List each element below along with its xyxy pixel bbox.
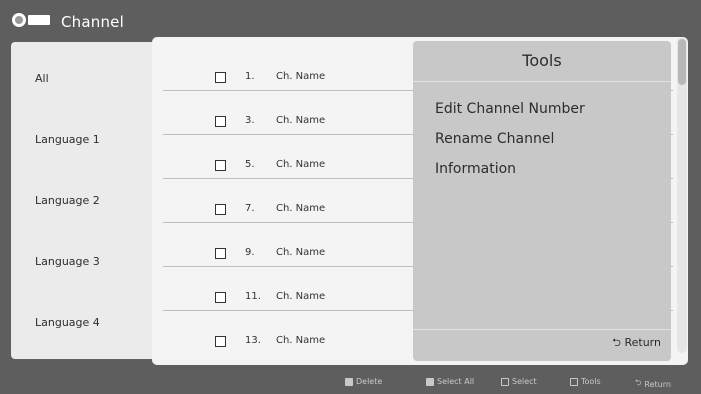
green-key-icon (426, 377, 434, 386)
footer-return-label: Return (644, 379, 671, 389)
channel-number: 11. (245, 291, 261, 302)
sidebar-item-language-4[interactable]: Language 4 (35, 316, 100, 329)
channel-number: 13. (245, 335, 261, 346)
page-title: Channel (61, 13, 124, 31)
return-icon: ⮌ (612, 336, 621, 349)
channel-name: Ch. Name (276, 247, 326, 258)
row-checkbox[interactable] (215, 116, 226, 127)
return-label: Return (624, 336, 661, 349)
footer-select[interactable]: Select (501, 377, 537, 386)
channel-name: Ch. Name (276, 291, 326, 302)
tools-popup: Tools Edit Channel Number Rename Channel… (413, 41, 671, 361)
row-checkbox[interactable] (215, 72, 226, 83)
channel-number: 7. (245, 203, 255, 214)
scrollbar-thumb[interactable] (678, 39, 686, 85)
header-bar: Channel (0, 0, 701, 36)
tools-divider (413, 329, 671, 330)
row-checkbox[interactable] (215, 160, 226, 171)
channel-number: 1. (245, 71, 255, 82)
tools-title: Tools (522, 51, 562, 70)
menu-item-information[interactable]: Information (435, 161, 516, 177)
channel-number: 3. (245, 115, 255, 126)
sidebar-item-language-1[interactable]: Language 1 (35, 133, 100, 146)
channel-number: 9. (245, 247, 255, 258)
row-checkbox[interactable] (215, 292, 226, 303)
row-checkbox[interactable] (215, 336, 226, 347)
footer-delete-label: Delete (356, 377, 383, 386)
sidebar-item-language-2[interactable]: Language 2 (35, 194, 100, 207)
channel-number: 5. (245, 159, 255, 170)
channel-name: Ch. Name (276, 71, 326, 82)
tools-divider (413, 81, 671, 82)
sidebar-item-all[interactable]: All (35, 72, 49, 85)
footer-tools[interactable]: Tools (570, 377, 601, 386)
menu-item-edit-channel-number[interactable]: Edit Channel Number (435, 101, 585, 117)
channel-name: Ch. Name (276, 203, 326, 214)
menu-item-rename-channel[interactable]: Rename Channel (435, 131, 554, 147)
footer-select-all[interactable]: Select All (426, 377, 474, 386)
enter-key-icon (501, 377, 509, 386)
channel-name: Ch. Name (276, 159, 326, 170)
footer-tools-label: Tools (581, 377, 601, 386)
category-sidebar: All Language 1 Language 2 Language 3 Lan… (11, 42, 157, 359)
return-button[interactable]: ⮌ Return (612, 334, 661, 353)
row-checkbox[interactable] (215, 248, 226, 259)
footer-select-label: Select (512, 377, 537, 386)
footer-return[interactable]: ⮌ Return (635, 377, 671, 391)
tv-icon (12, 13, 50, 27)
row-checkbox[interactable] (215, 204, 226, 215)
channel-name: Ch. Name (276, 335, 326, 346)
list-scrollbar[interactable] (677, 37, 687, 353)
tools-key-icon (570, 377, 578, 386)
footer-delete[interactable]: Delete (345, 377, 382, 386)
return-icon: ⮌ (635, 378, 642, 387)
red-key-icon (345, 377, 353, 386)
channel-name: Ch. Name (276, 115, 326, 126)
sidebar-item-language-3[interactable]: Language 3 (35, 255, 100, 268)
footer-select-all-label: Select All (437, 377, 475, 386)
